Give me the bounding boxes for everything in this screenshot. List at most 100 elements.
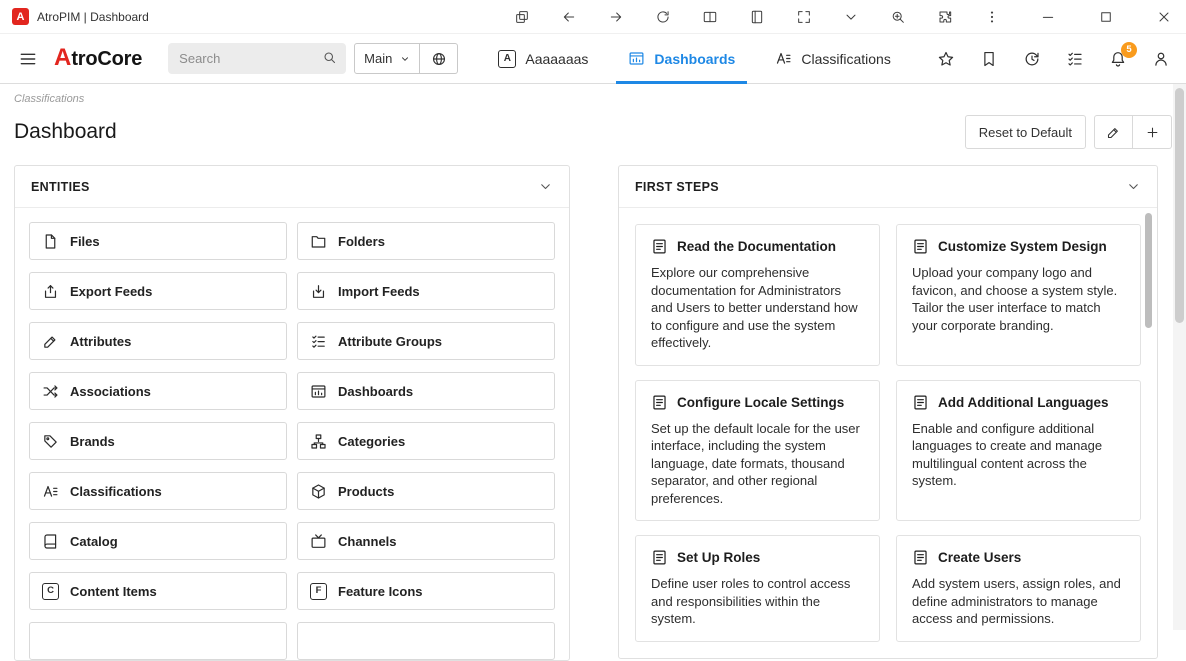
entity-button-attribute-groups[interactable]: Attribute Groups — [297, 322, 555, 360]
hamburger-menu-icon[interactable] — [14, 45, 42, 73]
page-scrollbar[interactable] — [1173, 84, 1186, 630]
dashboard-icon — [310, 383, 327, 400]
app-logo-letter: A — [17, 11, 25, 23]
collapse-chevron-icon[interactable] — [1126, 179, 1141, 194]
card-configure-locale-settings[interactable]: Configure Locale Settings Set up the def… — [635, 380, 880, 522]
entity-label: Dashboards — [338, 384, 413, 399]
collapse-chevron-icon[interactable] — [538, 179, 553, 194]
atrocore-logo-mark: A — [54, 46, 71, 70]
card-add-additional-languages[interactable]: Add Additional Languages Enable and conf… — [896, 380, 1141, 522]
entity-button-attributes[interactable]: Attributes — [29, 322, 287, 360]
edit-dashboard-button[interactable] — [1094, 115, 1133, 149]
page-scrollbar-thumb[interactable] — [1175, 88, 1184, 323]
entities-panel: ENTITIES Files Folders Export Feeds Impo… — [14, 165, 570, 661]
reload-icon[interactable] — [653, 7, 673, 27]
classification-icon — [42, 483, 59, 500]
entity-label: Classifications — [70, 484, 162, 499]
entity-button-brands[interactable]: Brands — [29, 422, 287, 460]
classification-icon — [775, 50, 792, 67]
history-icon[interactable] — [1021, 48, 1043, 70]
entity-label: Feature Icons — [338, 584, 423, 599]
entity-label: Brands — [70, 434, 115, 449]
card-customize-system-design[interactable]: Customize System Design Upload your comp… — [896, 224, 1141, 366]
entity-button-feature-icons[interactable]: F Feature Icons — [297, 572, 555, 610]
search-input[interactable] — [168, 43, 346, 74]
pencil-icon — [42, 333, 59, 350]
forward-icon[interactable] — [606, 7, 626, 27]
add-dashlet-button[interactable] — [1133, 115, 1172, 149]
panel-scrollbar-thumb[interactable] — [1145, 213, 1152, 328]
zoom-icon[interactable] — [888, 7, 908, 27]
entity-label: Categories — [338, 434, 405, 449]
entity-button-partial[interactable] — [29, 622, 287, 660]
entity-button-export-feeds[interactable]: Export Feeds — [29, 272, 287, 310]
menu-dots-icon[interactable] — [982, 7, 1002, 27]
notifications-bell-icon[interactable]: 5 — [1107, 48, 1129, 70]
tab-tiling-icon[interactable] — [512, 7, 532, 27]
entity-button-channels[interactable]: Channels — [297, 522, 555, 560]
user-account-icon[interactable] — [1150, 48, 1172, 70]
entity-label: Content Items — [70, 584, 157, 599]
tab-label: Classifications — [801, 51, 890, 67]
notification-badge: 5 — [1121, 42, 1137, 58]
document-icon — [651, 549, 668, 566]
export-icon — [42, 283, 59, 300]
reader-view-icon[interactable] — [747, 7, 767, 27]
back-icon[interactable] — [559, 7, 579, 27]
entity-button-files[interactable]: Files — [29, 222, 287, 260]
window-titlebar: A AtroPIM | Dashboard — [0, 0, 1186, 34]
pencil-icon — [1106, 125, 1121, 140]
import-icon — [310, 283, 327, 300]
entity-label: Catalog — [70, 534, 118, 549]
tab-aaaaaaas[interactable]: A Aaaaaaas — [496, 34, 590, 84]
entity-button-classifications[interactable]: Classifications — [29, 472, 287, 510]
card-body: Enable and configure additional language… — [912, 420, 1125, 490]
favorites-star-icon[interactable] — [935, 48, 957, 70]
entity-button-content-items[interactable]: CContent Items — [29, 572, 287, 610]
dashboard-icon — [628, 50, 645, 67]
fullscreen-icon[interactable] — [794, 7, 814, 27]
entities-grid: Files Folders Export Feeds Import Feeds … — [15, 208, 569, 660]
entity-button-products[interactable]: Products — [297, 472, 555, 510]
entity-button-folders[interactable]: Folders — [297, 222, 555, 260]
entity-button-import-feeds[interactable]: Import Feeds — [297, 272, 555, 310]
entity-button-categories[interactable]: Categories — [297, 422, 555, 460]
card-set-up-roles[interactable]: Set Up Roles Define user roles to contro… — [635, 535, 880, 642]
bookmark-icon[interactable] — [978, 48, 1000, 70]
entity-button-dashboards[interactable]: Dashboards — [297, 372, 555, 410]
atrocore-logo-text: troCore — [71, 48, 142, 71]
search-icon[interactable] — [322, 50, 337, 65]
layout-select[interactable]: Main — [354, 43, 420, 74]
entity-button-partial[interactable] — [297, 622, 555, 660]
close-button[interactable] — [1154, 7, 1174, 27]
entity-button-associations[interactable]: Associations — [29, 372, 287, 410]
entities-panel-title: ENTITIES — [31, 180, 90, 194]
shuffle-icon — [42, 383, 59, 400]
tab-classifications[interactable]: Classifications — [773, 34, 892, 84]
document-icon — [912, 549, 929, 566]
letter-f-icon: F — [310, 583, 327, 600]
card-body: Set up the default locale for the user i… — [651, 420, 864, 508]
entity-label: Products — [338, 484, 394, 499]
atrocore-logo[interactable]: AtroCore — [54, 46, 142, 71]
maximize-button[interactable] — [1096, 7, 1116, 27]
minimize-button[interactable] — [1038, 7, 1058, 27]
breadcrumb[interactable]: Classifications — [14, 93, 1172, 105]
card-title: Add Additional Languages — [938, 395, 1109, 410]
document-icon — [651, 238, 668, 255]
tasks-checklist-icon[interactable] — [1064, 48, 1086, 70]
language-button[interactable] — [420, 43, 458, 74]
card-read-the-documentation[interactable]: Read the Documentation Explore our compr… — [635, 224, 880, 366]
chevron-down-icon[interactable] — [841, 7, 861, 27]
globe-icon — [431, 51, 447, 67]
card-title: Read the Documentation — [677, 239, 836, 254]
tab-dashboards[interactable]: Dashboards — [626, 34, 737, 84]
reset-to-default-button[interactable]: Reset to Default — [965, 115, 1086, 149]
tv-icon — [310, 533, 327, 550]
card-title: Create Users — [938, 550, 1021, 565]
first-steps-cards: Read the Documentation Explore our compr… — [619, 208, 1157, 658]
extensions-icon[interactable] — [935, 7, 955, 27]
entity-button-catalog[interactable]: Catalog — [29, 522, 287, 560]
split-view-icon[interactable] — [700, 7, 720, 27]
card-create-users[interactable]: Create Users Add system users, assign ro… — [896, 535, 1141, 642]
